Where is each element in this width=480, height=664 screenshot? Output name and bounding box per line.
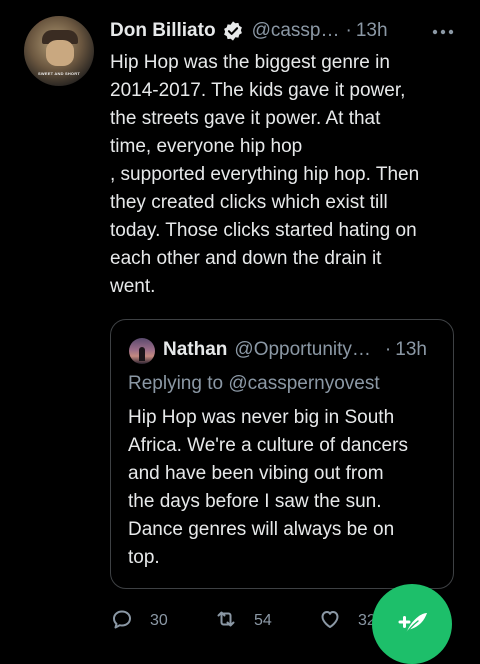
- tweet-body: Hip Hop was the biggest genre in 2014-20…: [110, 49, 460, 301]
- avatar-figure: [139, 347, 145, 361]
- tweet-body-line: time, everyone hip hop: [110, 136, 303, 157]
- quoted-body-line: the days before I saw the sun.: [128, 491, 382, 512]
- quoted-author-name[interactable]: Nathan: [163, 339, 227, 361]
- replying-to-prefix: Replying to: [128, 373, 224, 394]
- quoted-body-line: Hip Hop was never big in South: [128, 407, 395, 428]
- tweet-body-line: each other and down the drain it: [110, 248, 382, 269]
- quoted-body-line: Africa. We're a culture of dancers: [128, 435, 408, 456]
- quoted-author-avatar[interactable]: [129, 338, 155, 364]
- separator-dot: ·: [384, 339, 392, 360]
- tweet-body-line: , supported everything hip hop. Then: [110, 164, 420, 185]
- quoted-body-line: Dance genres will always be on: [128, 519, 395, 540]
- like-button[interactable]: 32: [318, 606, 376, 636]
- retweet-count: 54: [254, 612, 272, 629]
- avatar-face: [46, 40, 74, 66]
- separator-dot: ·: [345, 20, 352, 41]
- replying-to: Replying to @casspernyovest: [128, 373, 380, 395]
- retweet-icon: [214, 607, 238, 636]
- compose-feather-icon: [392, 602, 432, 647]
- author-handle[interactable]: @cassp…: [252, 20, 340, 42]
- quoted-body-line: top.: [128, 547, 160, 568]
- tweet-body-line: 2014-2017. The kids gave it power,: [110, 80, 406, 101]
- quoted-tweet-header: Nathan @Opportunity… · 13h: [163, 339, 427, 361]
- compose-tweet-button[interactable]: [372, 584, 452, 664]
- tweet-timestamp[interactable]: 13h: [356, 20, 388, 42]
- quoted-tweet[interactable]: Nathan @Opportunity… · 13h Replying to @…: [110, 319, 454, 589]
- tweet-body-line: went.: [110, 276, 156, 297]
- retweet-button[interactable]: 54: [214, 606, 272, 636]
- verified-badge-icon: [222, 20, 244, 42]
- quoted-author-handle[interactable]: @Opportunity…: [234, 339, 371, 361]
- tweet-header: Don Billiato @cassp… · 13h: [110, 18, 388, 44]
- quoted-tweet-timestamp[interactable]: 13h: [395, 339, 427, 361]
- heart-icon: [318, 607, 342, 636]
- avatar-decoration: [26, 18, 42, 29]
- quoted-tweet-body: Hip Hop was never big in South Africa. W…: [128, 404, 448, 572]
- reply-button[interactable]: 30: [110, 606, 168, 636]
- tweet-body-line: the streets gave it power. At that: [110, 108, 381, 129]
- author-avatar[interactable]: SWEET AND SHORT: [24, 16, 94, 86]
- quoted-body-line: and have been vibing out from: [128, 463, 384, 484]
- tweet[interactable]: SWEET AND SHORT Don Billiato @cassp… · 1…: [0, 0, 480, 664]
- replying-to-handle[interactable]: @casspernyovest: [228, 373, 379, 394]
- reply-count: 30: [150, 612, 168, 629]
- tweet-body-line: they created clicks which exist till: [110, 192, 388, 213]
- avatar-text: SWEET AND SHORT: [38, 71, 80, 76]
- reply-icon: [110, 607, 134, 636]
- tweet-body-line: today. Those clicks started hating on: [110, 220, 417, 241]
- more-options-icon[interactable]: [432, 22, 454, 40]
- author-name[interactable]: Don Billiato: [110, 20, 216, 42]
- tweet-body-line: Hip Hop was the biggest genre in: [110, 52, 390, 73]
